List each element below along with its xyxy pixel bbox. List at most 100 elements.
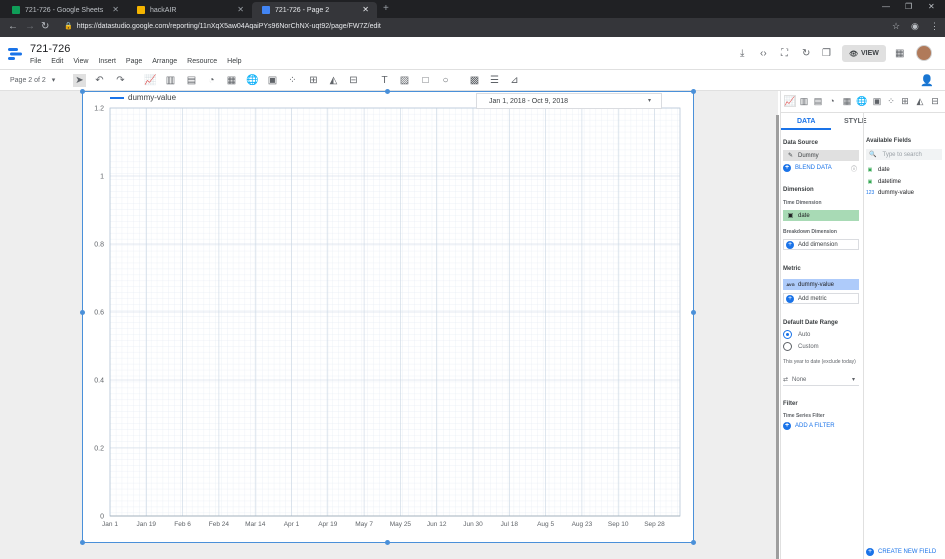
forward-icon[interactable]: →: [25, 21, 35, 32]
chart-legend[interactable]: dummy-value: [110, 93, 176, 102]
apps-grid-icon[interactable]: ▦: [895, 48, 904, 59]
time-dimension-chip[interactable]: ▣ date: [783, 210, 859, 221]
close-tab-icon[interactable]: ✕: [112, 5, 119, 14]
menu-edit[interactable]: Edit: [51, 58, 63, 65]
avatar[interactable]: [916, 45, 932, 61]
bar-type-icon[interactable]: ▥: [798, 95, 810, 107]
comparison-select[interactable]: ⇄ None ▾: [783, 374, 859, 386]
geo-map-icon[interactable]: 🌐: [246, 74, 259, 87]
new-tab-button[interactable]: +: [383, 3, 389, 14]
time-series-type-icon[interactable]: 📈: [784, 95, 796, 107]
canvas-scrollbar[interactable]: [776, 115, 779, 559]
resize-handle[interactable]: [385, 89, 390, 94]
table-icon[interactable]: ▦: [225, 74, 238, 87]
field-dummy-value[interactable]: 123 dummy-value: [866, 190, 914, 196]
pie-chart-icon[interactable]: ◔: [205, 74, 218, 87]
page-selector[interactable]: Page 2 of 2 ▾: [10, 76, 55, 84]
area-type-icon[interactable]: ◭: [914, 95, 926, 107]
profile-icon[interactable]: ◉: [911, 21, 919, 32]
download-icon[interactable]: ⤓: [740, 48, 744, 59]
resize-handle[interactable]: [385, 540, 390, 545]
field-search-input[interactable]: 🔍 Type to search: [866, 149, 942, 160]
datastudio-logo-icon[interactable]: [8, 47, 22, 61]
table-type-icon[interactable]: ▦: [841, 95, 853, 107]
date-range-control[interactable]: Jan 1, 2018 - Oct 9, 2018 ▾: [476, 93, 662, 109]
pencil-icon[interactable]: ✎: [786, 152, 795, 159]
browser-tab-datastudio[interactable]: 721-726 - Page 2 ✕: [252, 2, 377, 18]
bullet-chart-icon[interactable]: ⊞: [307, 74, 320, 87]
filter-control-icon[interactable]: ☰: [488, 74, 501, 87]
resize-handle[interactable]: [691, 540, 696, 545]
area-chart-icon[interactable]: ◭: [327, 74, 340, 87]
pivot-table-icon[interactable]: ⊟: [347, 74, 360, 87]
resize-handle[interactable]: [691, 310, 696, 315]
browser-menu-icon[interactable]: ⋮: [930, 21, 939, 32]
bookmark-star-icon[interactable]: ☆: [892, 21, 900, 32]
metric-chip[interactable]: AVG dummy-value: [783, 279, 859, 290]
scorecard-icon[interactable]: ▣: [266, 74, 279, 87]
menu-view[interactable]: View: [73, 58, 88, 65]
refresh-icon[interactable]: ↻: [802, 48, 810, 59]
browser-tab-sheets[interactable]: 721-726 - Google Sheets ✕: [2, 2, 127, 18]
url-field[interactable]: 🔒 https://datastudio.google.com/reporting…: [64, 22, 381, 30]
rectangle-icon[interactable]: □: [419, 74, 432, 87]
pivot-type-icon[interactable]: ⊟: [929, 95, 941, 107]
data-control-icon[interactable]: ⊿: [508, 74, 521, 87]
time-series-chart-icon[interactable]: 📈: [144, 74, 157, 87]
data-source-chip[interactable]: ✎ Dummy: [783, 150, 859, 161]
share-add-person-icon[interactable]: 👤: [920, 74, 934, 87]
resize-handle[interactable]: [80, 89, 85, 94]
copy-icon[interactable]: ❐: [822, 48, 831, 59]
scatter-type-icon[interactable]: ⁘: [885, 95, 897, 107]
tab-data[interactable]: DATA: [797, 118, 815, 125]
blend-data-button[interactable]: + BLEND DATA: [783, 164, 832, 172]
view-button[interactable]: 👁 VIEW: [842, 45, 886, 62]
combo-chart-icon[interactable]: ▤: [185, 74, 198, 87]
image-icon[interactable]: ▨: [398, 74, 411, 87]
embed-icon[interactable]: ‹›: [760, 48, 767, 59]
field-datetime[interactable]: ▣ datetime: [866, 179, 901, 185]
radio-auto[interactable]: Auto: [783, 330, 810, 339]
resize-handle[interactable]: [80, 540, 85, 545]
circle-icon[interactable]: ○: [439, 74, 452, 87]
pie-type-icon[interactable]: ◔: [826, 95, 838, 107]
close-tab-icon[interactable]: ✕: [237, 5, 244, 14]
menu-file[interactable]: File: [30, 58, 41, 65]
close-tab-icon[interactable]: ✕: [362, 5, 369, 14]
window-close-icon[interactable]: ✕: [928, 2, 935, 11]
menu-help[interactable]: Help: [227, 58, 241, 65]
back-icon[interactable]: ←: [8, 21, 18, 32]
browser-tab-hackair[interactable]: hackAIR ✕: [127, 2, 252, 18]
resize-handle[interactable]: [80, 310, 85, 315]
menu-resource[interactable]: Resource: [187, 58, 217, 65]
aggregation-badge[interactable]: AVG: [786, 282, 795, 287]
help-icon[interactable]: ⓘ: [851, 164, 857, 173]
combo-type-icon[interactable]: ▤: [812, 95, 824, 107]
radio-custom[interactable]: Custom: [783, 342, 819, 351]
scatter-chart-icon[interactable]: ⁘: [286, 74, 299, 87]
add-metric-button[interactable]: + Add metric: [783, 293, 859, 304]
fullscreen-icon[interactable]: ⛶: [781, 48, 788, 59]
menu-arrange[interactable]: Arrange: [152, 58, 177, 65]
select-pointer-icon[interactable]: ➤: [73, 74, 86, 87]
add-dimension-button[interactable]: + Add dimension: [783, 239, 859, 250]
menu-insert[interactable]: Insert: [98, 58, 116, 65]
create-new-field-button[interactable]: + CREATE NEW FIELD: [866, 548, 936, 556]
geo-type-icon[interactable]: 🌐: [856, 95, 868, 107]
date-range-control-icon[interactable]: ▩: [468, 74, 481, 87]
reload-icon[interactable]: ↻: [41, 21, 49, 32]
time-series-chart[interactable]: 0 0.2 0.4 0.6 0.8 1 1.2 Jan 1 Jan 19 Feb 6 Feb 24…: [82, 91, 694, 543]
bullet-type-icon[interactable]: ⊞: [899, 95, 911, 107]
restore-icon[interactable]: ❐: [905, 2, 912, 11]
resize-handle[interactable]: [691, 89, 696, 94]
add-filter-button[interactable]: + ADD A FILTER: [783, 422, 835, 430]
minimize-icon[interactable]: —: [882, 2, 890, 11]
menu-page[interactable]: Page: [126, 58, 142, 65]
scorecard-type-icon[interactable]: ▣: [871, 95, 883, 107]
text-box-icon[interactable]: T: [378, 74, 391, 87]
bar-chart-icon[interactable]: ▥: [164, 74, 177, 87]
redo-icon[interactable]: ↷: [114, 74, 127, 87]
report-title[interactable]: 721-726: [30, 43, 70, 55]
field-date[interactable]: ▣ date: [866, 167, 890, 173]
undo-icon[interactable]: ↶: [93, 74, 106, 87]
